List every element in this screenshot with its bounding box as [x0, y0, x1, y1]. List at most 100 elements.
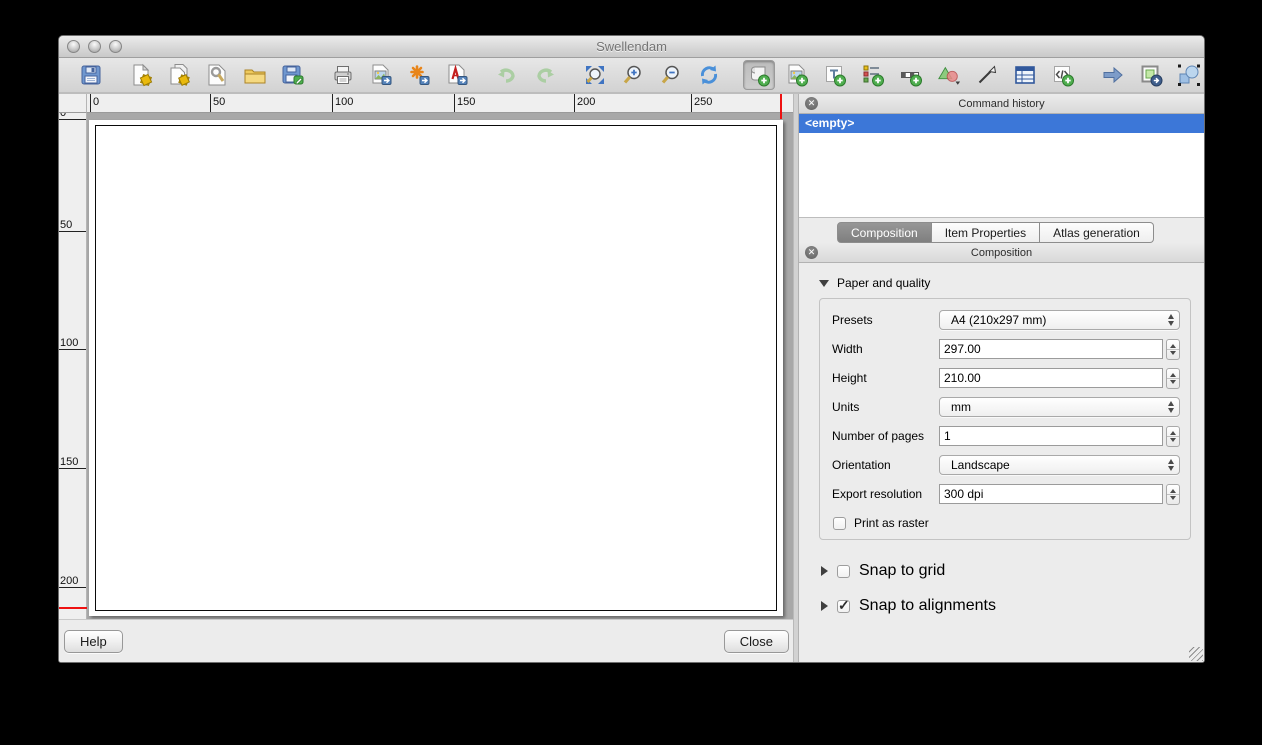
paper-quality-groupbox: Presets A4 (210x297 mm) Width [819, 298, 1191, 540]
print-as-raster-label: Print as raster [854, 516, 929, 530]
horizontal-ruler: 0 50 100 150 200 250 [87, 94, 793, 113]
select-shapes-icon [1177, 63, 1201, 87]
add-html-frame-button[interactable] [1047, 60, 1079, 90]
add-new-label-button[interactable] [819, 60, 851, 90]
add-basic-shape-button[interactable] [933, 60, 965, 90]
paper-and-quality-section[interactable]: Paper and quality [819, 276, 1204, 290]
tab-composition[interactable]: Composition [837, 222, 932, 243]
add-image-button[interactable] [781, 60, 813, 90]
command-history-item-selected[interactable]: <empty> [799, 114, 1204, 133]
save-as-template-button[interactable] [277, 60, 309, 90]
units-combo[interactable]: mm [939, 397, 1180, 417]
select-move-item-button[interactable] [1173, 60, 1205, 90]
export-pdf-icon [445, 63, 469, 87]
refresh-view-button[interactable] [693, 60, 725, 90]
export-as-pdf-button[interactable] [441, 60, 473, 90]
print-button[interactable] [327, 60, 359, 90]
number-of-pages-input[interactable] [939, 426, 1163, 446]
add-new-legend-button[interactable] [857, 60, 889, 90]
number-of-pages-label: Number of pages [832, 429, 939, 443]
move-item-content-button[interactable] [1097, 60, 1129, 90]
composition-panel-title: Composition [971, 247, 1032, 259]
dialog-button-bar: Help Close [59, 619, 793, 662]
duplicate-composition-button[interactable] [163, 60, 195, 90]
add-table-icon [1013, 63, 1037, 87]
presets-label: Presets [832, 313, 939, 327]
close-panel-icon[interactable] [805, 246, 818, 259]
redo-button[interactable] [529, 60, 561, 90]
frame-content-icon [1139, 63, 1163, 87]
save-template-icon [281, 63, 305, 87]
presets-row: Presets A4 (210x297 mm) [832, 310, 1180, 330]
add-label-icon [823, 63, 847, 87]
height-label: Height [832, 371, 939, 385]
composition-viewport[interactable] [87, 113, 793, 619]
snap-to-grid-row: Snap to grid [821, 562, 1204, 580]
composition-page[interactable] [89, 120, 783, 616]
snap-to-grid-checkbox[interactable] [837, 565, 850, 578]
undo-button[interactable] [491, 60, 523, 90]
triangle-right-icon[interactable] [821, 566, 828, 576]
tab-item-properties[interactable]: Item Properties [932, 222, 1040, 243]
height-stepper[interactable] [1166, 368, 1180, 389]
print-as-raster-checkbox[interactable] [833, 517, 846, 530]
close-panel-icon[interactable] [805, 97, 818, 110]
export-resolution-input[interactable] [939, 484, 1163, 504]
export-as-svg-button[interactable] [403, 60, 435, 90]
snap-to-alignments-checkbox[interactable] [837, 600, 850, 613]
zoom-out-icon [659, 63, 683, 87]
height-input[interactable] [939, 368, 1163, 388]
duplicate-composition-icon [167, 63, 191, 87]
zoom-out-button[interactable] [655, 60, 687, 90]
add-new-map-button[interactable] [743, 60, 775, 90]
export-image-icon [369, 63, 393, 87]
panel-tab-bar: Composition Item Properties Atlas genera… [799, 218, 1204, 243]
height-row: Height [832, 368, 1180, 388]
folder-icon [243, 63, 267, 87]
export-as-image-button[interactable] [365, 60, 397, 90]
close-window-button[interactable] [67, 40, 80, 53]
export-resolution-stepper[interactable] [1166, 484, 1180, 505]
close-button[interactable]: Close [724, 630, 789, 653]
units-label: Units [832, 400, 939, 414]
ruler-corner [59, 94, 87, 113]
snap-to-alignments-label: Snap to alignments [859, 597, 996, 615]
refresh-icon [697, 63, 721, 87]
width-stepper[interactable] [1166, 339, 1180, 360]
width-input[interactable] [939, 339, 1163, 359]
command-history-header: Command history [799, 94, 1204, 114]
load-from-template-button[interactable] [239, 60, 271, 90]
add-arrow-button[interactable] [971, 60, 1003, 90]
presets-combo[interactable]: A4 (210x297 mm) [939, 310, 1180, 330]
zoom-in-button[interactable] [617, 60, 649, 90]
vertical-ruler: 0 50 100 150 200 [59, 113, 87, 619]
add-new-scalebar-button[interactable] [895, 60, 927, 90]
ruler-position-marker-horizontal [780, 94, 782, 119]
tab-atlas-generation[interactable]: Atlas generation [1040, 222, 1154, 243]
minimize-window-button[interactable] [88, 40, 101, 53]
orientation-label: Orientation [832, 458, 939, 472]
add-image-icon [785, 63, 809, 87]
number-of-pages-stepper[interactable] [1166, 426, 1180, 447]
export-resolution-row: Export resolution [832, 484, 1180, 504]
zoom-full-button[interactable] [579, 60, 611, 90]
zoom-window-button[interactable] [109, 40, 122, 53]
triangle-right-icon[interactable] [821, 601, 828, 611]
new-composition-button[interactable] [125, 60, 157, 90]
add-attribute-table-button[interactable] [1009, 60, 1041, 90]
width-row: Width [832, 339, 1180, 359]
triangle-down-icon [819, 280, 829, 287]
window-resize-grip[interactable] [1189, 647, 1203, 661]
composition-manager-button[interactable] [201, 60, 233, 90]
composition-panel-body: Paper and quality Presets A4 (210x297 mm… [799, 263, 1204, 662]
title-bar[interactable]: Swellendam [59, 36, 1204, 58]
snap-to-grid-label: Snap to grid [859, 562, 945, 580]
help-button[interactable]: Help [64, 630, 123, 653]
undo-arrow-icon [495, 63, 519, 87]
command-history-list[interactable]: <empty> [799, 114, 1204, 218]
save-project-button[interactable] [75, 60, 107, 90]
snap-to-alignments-row: Snap to alignments [821, 597, 1204, 615]
orientation-combo[interactable]: Landscape [939, 455, 1180, 475]
move-content-button[interactable] [1135, 60, 1167, 90]
command-history-title: Command history [958, 98, 1044, 110]
